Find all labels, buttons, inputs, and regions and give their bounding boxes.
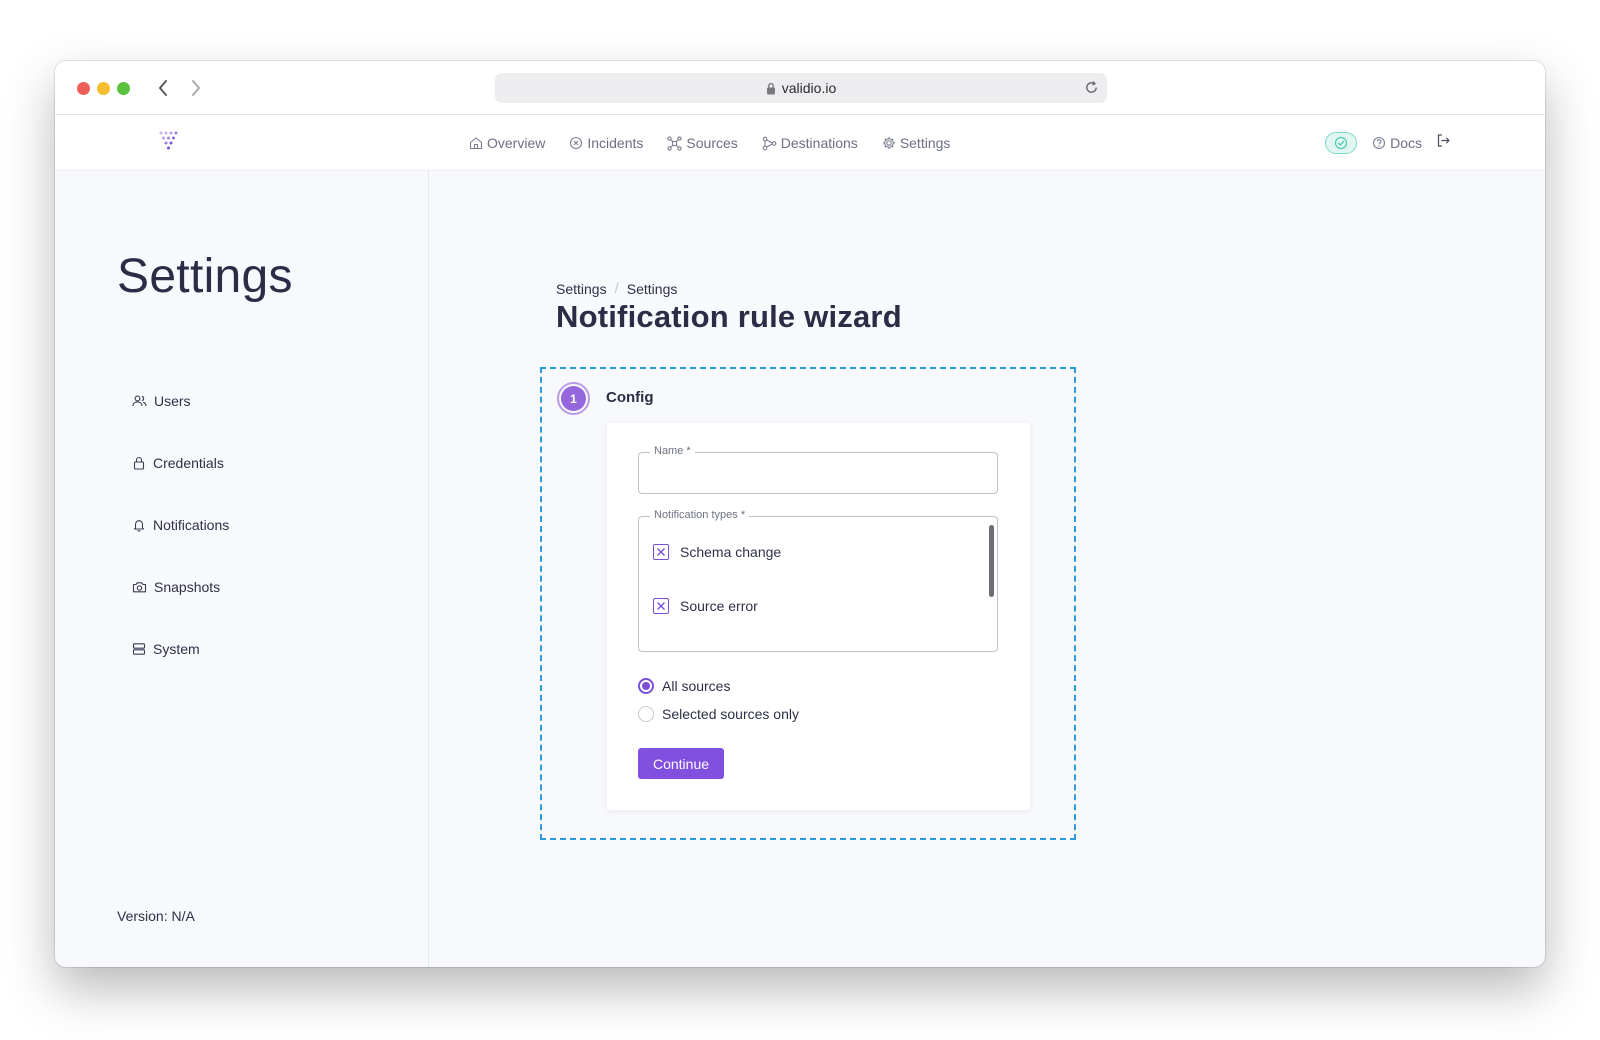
logout-button[interactable] [1436,133,1451,153]
breadcrumb-separator: / [614,280,619,297]
continue-button[interactable]: Continue [638,748,724,779]
option-source-error-label: Source error [680,598,758,614]
nav-incidents-label: Incidents [587,135,644,151]
radio-all-sources-label: All sources [662,678,731,694]
sidebar-item-notifications[interactable]: Notifications [132,517,229,533]
sidebar-title: Settings [117,250,293,303]
browser-toolbar: validio.io [55,61,1545,115]
maximize-window-button[interactable] [117,82,130,95]
nav-destinations-label: Destinations [780,135,858,151]
check-circle-icon [1334,136,1348,150]
status-badge[interactable] [1325,132,1358,154]
address-bar[interactable]: validio.io [495,73,1107,103]
server-icon [132,643,146,655]
sidebar-item-system[interactable]: System [132,641,200,657]
minimize-window-button[interactable] [97,82,110,95]
nav-settings-label: Settings [899,135,951,151]
docs-link[interactable]: Docs [1372,135,1422,151]
gear-icon [882,137,895,149]
settings-sidebar: Settings Users Credentials Notifications… [55,171,429,967]
sidebar-item-credentials[interactable]: Credentials [132,455,224,471]
radio-selected-sources-label: Selected sources only [662,706,799,722]
option-source-error[interactable]: Source error [653,598,758,614]
radio-unselected-icon[interactable] [638,706,654,722]
url-text: validio.io [781,80,837,96]
forward-button[interactable] [185,76,207,100]
breadcrumb-item[interactable]: Settings [556,281,607,297]
nav-destinations[interactable]: Destinations [762,135,858,151]
lock-icon [133,456,145,470]
checked-box-icon[interactable] [653,598,669,614]
close-window-button[interactable] [77,82,90,95]
nav-sources-label: Sources [686,135,738,151]
breadcrumb: Settings / Settings [556,280,677,297]
page-title: Notification rule wizard [556,299,902,334]
breadcrumb-item[interactable]: Settings [627,281,678,297]
nav-settings[interactable]: Settings [882,135,951,151]
wizard-step-container: 1 Config Name * Notification types * Sch… [540,367,1076,840]
browser-window: validio.io Overview Incidents Sources De… [55,61,1545,967]
logout-icon [1437,134,1450,147]
option-schema-change-label: Schema change [680,544,782,560]
notification-types-label: Notification types * [650,509,750,521]
checked-box-icon[interactable] [653,544,669,560]
name-field-label: Name * [650,445,695,457]
config-form-card: Name * Notification types * Schema chang… [607,423,1030,810]
option-schema-change[interactable]: Schema change [653,544,781,560]
bell-icon [133,520,145,532]
docs-label: Docs [1390,135,1422,151]
sidebar-item-users[interactable]: Users [132,393,191,409]
step-label: Config [606,389,654,406]
step-number: 1 [561,386,586,411]
reload-icon[interactable] [1084,80,1099,95]
sidebar-item-notifications-label: Notifications [153,517,230,533]
version-label: Version: N/A [117,908,195,924]
name-field[interactable]: Name * [638,445,998,494]
sidebar-item-credentials-label: Credentials [153,455,224,471]
header-actions: Docs [1325,115,1451,171]
radio-selected-icon[interactable] [638,678,654,694]
app-header: Overview Incidents Sources Destinations … [55,115,1545,171]
sidebar-item-snapshots-label: Snapshots [154,579,221,595]
back-button[interactable] [152,76,174,100]
radio-all-sources[interactable]: All sources [638,678,730,694]
sidebar-item-system-label: System [153,641,200,657]
share-icon [762,136,777,150]
nav-incidents[interactable]: Incidents [569,135,643,151]
step-indicator: 1 [557,382,590,415]
nav-overview-label: Overview [487,135,546,151]
sidebar-item-users-label: Users [154,393,191,409]
radio-selected-sources[interactable]: Selected sources only [638,706,799,722]
chevron-right-icon [192,80,200,96]
main-nav: Overview Incidents Sources Destinations … [469,115,974,171]
sidebar-item-snapshots[interactable]: Snapshots [132,579,220,595]
chevron-left-icon [159,80,167,96]
home-icon [469,137,483,150]
help-circle-icon [1373,136,1386,150]
network-icon [667,135,683,151]
camera-icon [132,582,147,593]
validio-logo[interactable] [159,131,181,156]
users-icon [132,395,147,407]
nav-overview[interactable]: Overview [469,135,545,151]
scrollbar[interactable] [989,525,994,597]
nav-sources[interactable]: Sources [667,135,738,151]
lock-icon [766,82,776,95]
notification-types-field[interactable]: Notification types * Schema change Sourc… [638,509,998,652]
x-circle-icon [570,136,583,150]
